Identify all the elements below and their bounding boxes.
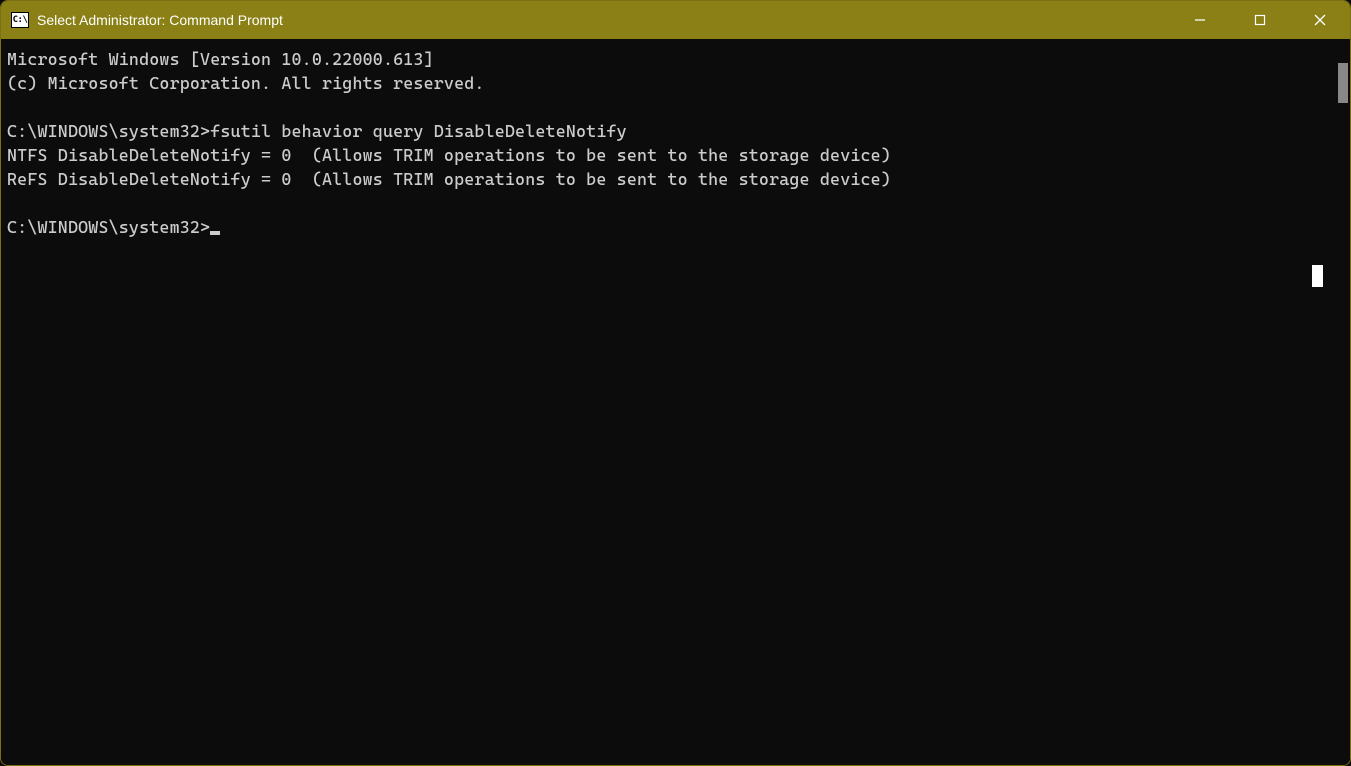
cursor	[210, 231, 220, 235]
terminal-line: (c) Microsoft Corporation. All rights re…	[7, 73, 485, 93]
terminal-line: NTFS DisableDeleteNotify = 0 (Allows TRI…	[7, 145, 891, 165]
titlebar-left: C:\ Select Administrator: Command Prompt	[1, 12, 283, 28]
terminal-prompt: C:\WINDOWS\system32>	[7, 217, 210, 237]
scrollbar[interactable]	[1332, 39, 1350, 765]
titlebar[interactable]: C:\ Select Administrator: Command Prompt	[1, 1, 1350, 39]
app-icon: C:\	[11, 12, 29, 28]
minimize-icon	[1194, 14, 1206, 26]
maximize-button[interactable]	[1230, 1, 1290, 39]
scrollbar-thumb[interactable]	[1338, 63, 1348, 103]
maximize-icon	[1254, 14, 1266, 26]
terminal-line: ReFS DisableDeleteNotify = 0 (Allows TRI…	[7, 169, 891, 189]
close-button[interactable]	[1290, 1, 1350, 39]
terminal-line: C:\WINDOWS\system32>fsutil behavior quer…	[7, 121, 627, 141]
minimize-button[interactable]	[1170, 1, 1230, 39]
selection-highlight	[1312, 265, 1323, 287]
close-icon	[1314, 14, 1326, 26]
terminal-output[interactable]: Microsoft Windows [Version 10.0.22000.61…	[1, 39, 1332, 765]
window-title: Select Administrator: Command Prompt	[37, 12, 283, 28]
scrollbar-track[interactable]	[1338, 63, 1348, 741]
window-controls	[1170, 1, 1350, 39]
terminal-line: Microsoft Windows [Version 10.0.22000.61…	[7, 49, 434, 69]
command-prompt-window: C:\ Select Administrator: Command Prompt…	[0, 0, 1351, 766]
content-area: Microsoft Windows [Version 10.0.22000.61…	[1, 39, 1350, 765]
